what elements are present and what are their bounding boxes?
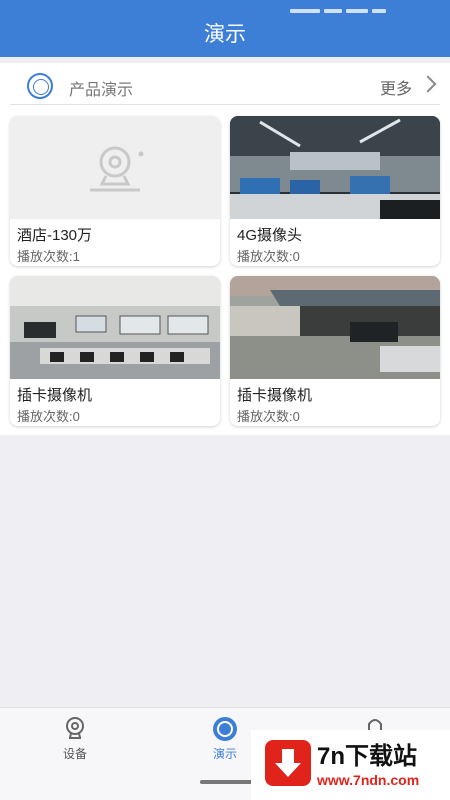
play-count: 播放次数:0 (237, 249, 300, 264)
watermark-url: www.7ndn.com (317, 772, 420, 788)
play-count: 播放次数:0 (237, 409, 300, 424)
play-count: 播放次数:1 (17, 249, 80, 264)
camera-icon (66, 717, 84, 739)
camera-placeholder-icon (10, 116, 220, 219)
chevron-right-icon[interactable] (419, 75, 437, 93)
device-card[interactable]: 插卡摄像机 播放次数:0 (10, 276, 220, 426)
demo-circle-icon (27, 73, 53, 99)
watermark-title: 7n下载站 (317, 743, 418, 770)
page-title: 演示 (204, 23, 246, 46)
meeting-room-thumbnail (10, 276, 220, 379)
watermark-badge: 7n下载站 www.7ndn.com (251, 730, 450, 800)
device-name: 插卡摄像机 (17, 387, 93, 404)
play-count: 播放次数:0 (17, 409, 80, 424)
office-thumbnail (230, 116, 440, 219)
device-name: 插卡摄像机 (237, 387, 313, 404)
device-card[interactable]: 插卡摄像机 播放次数:0 (230, 276, 440, 426)
device-card[interactable]: 4G摄像头 播放次数:0 (230, 116, 440, 266)
device-name: 4G摄像头 (237, 227, 303, 244)
tab-devices[interactable]: 设备 (35, 716, 115, 762)
more-link[interactable]: 更多 (380, 75, 412, 99)
tab-label: 设备 (62, 747, 87, 761)
device-card[interactable]: 酒店-130万 播放次数:1 (10, 116, 220, 266)
app-header: 演示 (0, 0, 450, 57)
section-header: 产品演示 更多 (10, 63, 440, 105)
status-bar-icons (290, 0, 410, 13)
device-name: 酒店-130万 (17, 227, 93, 244)
play-circle-icon (213, 717, 237, 741)
section-title: 产品演示 (69, 82, 134, 99)
product-demo-section: 产品演示 更多 酒店-130万 播放次数:1 4G摄像头 播放次数:0 插卡摄像… (0, 63, 450, 435)
yard-thumbnail (230, 276, 440, 379)
download-logo-icon (265, 740, 311, 786)
